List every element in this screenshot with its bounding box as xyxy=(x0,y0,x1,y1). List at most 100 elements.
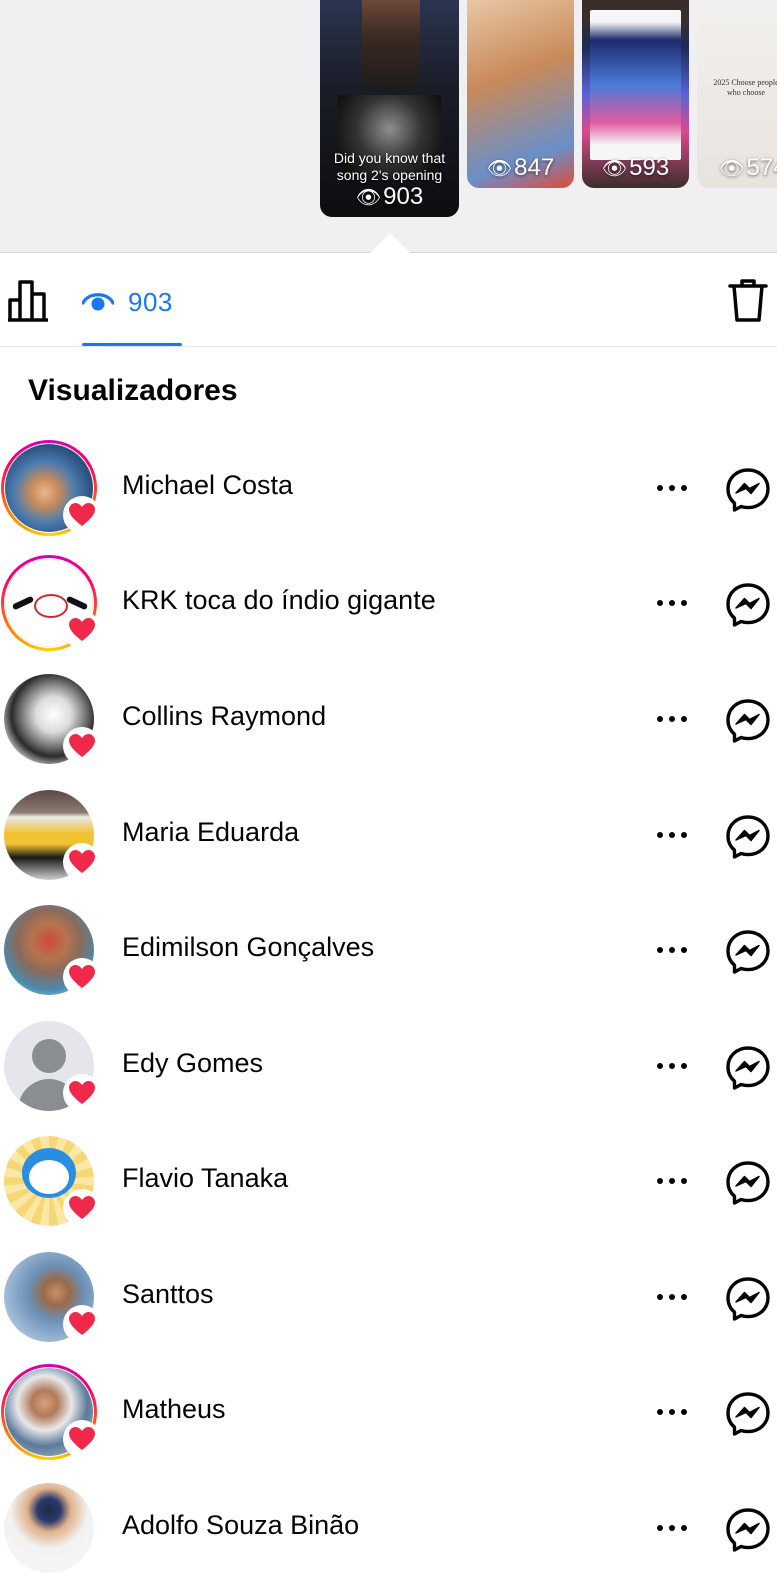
selected-story-pointer xyxy=(370,233,410,253)
avatar[interactable] xyxy=(1,555,101,651)
viewer-row[interactable]: KRK toca do índio gigante xyxy=(0,555,777,670)
avatar[interactable] xyxy=(1,787,101,883)
story-thumb-4-views: 👁574 xyxy=(719,154,777,182)
heart-icon xyxy=(69,1312,95,1335)
story-thumb-1-views: 👁903 xyxy=(320,183,459,211)
story-thumb-4[interactable]: 2025 Choose people who choose 👁574 xyxy=(697,0,777,188)
more-horizontal-icon[interactable] xyxy=(653,703,691,733)
reaction-badge xyxy=(63,1420,101,1458)
heart-icon xyxy=(69,850,95,873)
avatar[interactable] xyxy=(1,1364,101,1460)
messenger-icon[interactable] xyxy=(725,1160,771,1206)
viewer-row[interactable]: Collins Raymond xyxy=(0,671,777,786)
avatar[interactable] xyxy=(1,671,101,767)
logo-mark xyxy=(34,594,68,618)
avatar[interactable] xyxy=(1,1133,101,1229)
messenger-icon[interactable] xyxy=(725,467,771,513)
messenger-icon[interactable] xyxy=(725,1045,771,1091)
story-thumb-3-views-count: 593 xyxy=(629,154,670,181)
heart-icon xyxy=(69,1081,95,1104)
logo-wing-right xyxy=(65,595,89,611)
more-horizontal-icon[interactable] xyxy=(653,1165,691,1195)
more-horizontal-icon[interactable] xyxy=(653,1512,691,1542)
messenger-icon[interactable] xyxy=(725,1507,771,1553)
views-count: 903 xyxy=(128,286,173,317)
viewer-row[interactable]: Matheus xyxy=(0,1364,777,1479)
story-thumb-1[interactable]: Did you know that song 2's opening 👁903 xyxy=(320,0,459,217)
messenger-icon[interactable] xyxy=(725,582,771,628)
more-horizontal-icon[interactable] xyxy=(653,934,691,964)
viewer-row[interactable]: Adolfo Souza Binão xyxy=(0,1480,777,1595)
viewer-row[interactable]: Edimilson Gonçalves xyxy=(0,902,777,1017)
viewer-row[interactable]: Santtos xyxy=(0,1249,777,1364)
more-horizontal-icon[interactable] xyxy=(653,1281,691,1311)
story-thumb-1-caption: Did you know that song 2's opening xyxy=(333,150,446,183)
more-horizontal-icon[interactable] xyxy=(653,819,691,849)
messenger-icon[interactable] xyxy=(725,1391,771,1437)
heart-icon xyxy=(69,965,95,988)
messenger-icon[interactable] xyxy=(725,929,771,975)
tab-views[interactable]: 903 xyxy=(82,282,173,322)
viewer-name[interactable]: Michael Costa xyxy=(122,470,293,501)
avatar-image xyxy=(4,1483,94,1573)
story-thumb-3-views: 👁593 xyxy=(582,154,689,182)
viewer-name[interactable]: Collins Raymond xyxy=(122,701,326,732)
viewer-row[interactable]: Flavio Tanaka xyxy=(0,1133,777,1248)
messenger-icon[interactable] xyxy=(725,698,771,744)
reaction-badge xyxy=(63,727,101,765)
story-thumb-4-text: 2025 Choose people who choose xyxy=(713,78,777,97)
viewer-name[interactable]: KRK toca do índio gigante xyxy=(122,585,436,616)
avatar[interactable] xyxy=(1,902,101,998)
reaction-badge xyxy=(63,1305,101,1343)
more-horizontal-icon[interactable] xyxy=(653,472,691,502)
heart-icon xyxy=(69,503,95,526)
avatar[interactable] xyxy=(1,440,101,536)
messenger-icon[interactable] xyxy=(725,1276,771,1322)
viewer-name[interactable]: Edy Gomes xyxy=(122,1048,263,1079)
logo-wing-left xyxy=(11,595,35,611)
eye-icon: 👁 xyxy=(601,158,628,180)
reaction-badge xyxy=(63,611,101,649)
more-horizontal-icon[interactable] xyxy=(653,1396,691,1426)
story-thumb-1-views-count: 903 xyxy=(383,183,424,210)
avatar[interactable] xyxy=(1,1249,101,1345)
default-avatar-head xyxy=(32,1039,66,1073)
cartoon-face xyxy=(22,1148,76,1198)
story-thumb-3[interactable]: 👁593 xyxy=(582,0,689,188)
viewer-name[interactable]: Flavio Tanaka xyxy=(122,1163,288,1194)
reaction-badge xyxy=(63,958,101,996)
eye-icon: 👁 xyxy=(719,158,745,180)
viewer-name[interactable]: Matheus xyxy=(122,1394,226,1425)
viewer-name[interactable]: Santtos xyxy=(122,1279,214,1310)
viewer-name[interactable]: Maria Eduarda xyxy=(122,817,299,848)
viewer-name[interactable]: Edimilson Gonçalves xyxy=(122,932,374,963)
more-horizontal-icon[interactable] xyxy=(653,1050,691,1080)
heart-icon xyxy=(69,618,95,641)
messenger-icon[interactable] xyxy=(725,814,771,860)
eye-icon: 👁 xyxy=(486,158,513,180)
eye-icon: 👁 xyxy=(355,187,382,209)
viewer-name[interactable]: Adolfo Souza Binão xyxy=(122,1510,359,1541)
avatar[interactable] xyxy=(1,1018,101,1114)
story-thumb-2[interactable]: 👁847 xyxy=(467,0,574,188)
story-thumb-2-views-count: 847 xyxy=(514,154,555,181)
story-thumb-2-views: 👁847 xyxy=(467,154,574,182)
story-tray: Did you know that song 2's opening 👁903 … xyxy=(0,0,777,253)
reaction-badge xyxy=(63,1189,101,1227)
viewer-row[interactable]: Maria Eduarda xyxy=(0,787,777,902)
heart-icon xyxy=(69,1427,95,1450)
reaction-badge xyxy=(63,843,101,881)
more-horizontal-icon[interactable] xyxy=(653,587,691,617)
viewer-row[interactable]: Edy Gomes xyxy=(0,1018,777,1133)
avatar[interactable] xyxy=(1,1480,97,1576)
heart-icon xyxy=(69,734,95,757)
story-thumb-1-person xyxy=(362,0,420,92)
bar-chart-icon[interactable] xyxy=(8,278,50,322)
eye-icon xyxy=(82,293,114,311)
viewers-section-title: Visualizadores xyxy=(28,374,238,407)
reaction-badge xyxy=(63,1074,101,1112)
cartoon-face-inner xyxy=(29,1160,69,1194)
heart-icon xyxy=(69,1196,95,1219)
viewer-row[interactable]: Michael Costa xyxy=(0,440,777,555)
trash-icon[interactable] xyxy=(728,277,768,323)
